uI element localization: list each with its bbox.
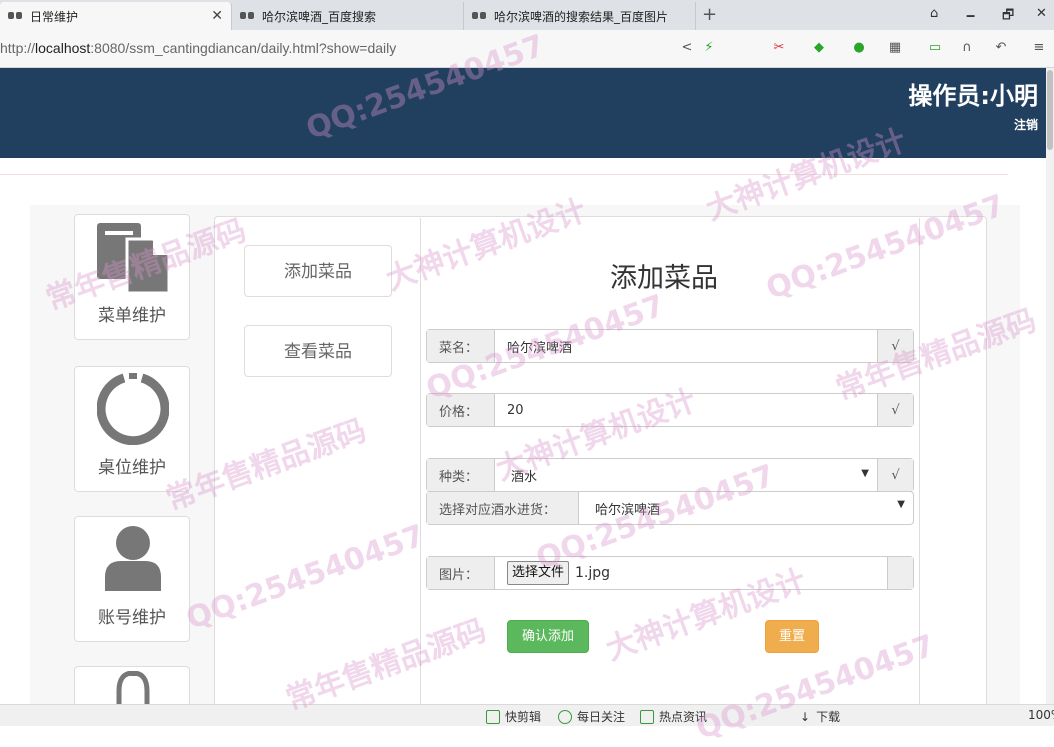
category-selected-value: 酒水 xyxy=(511,469,538,485)
news-icon xyxy=(640,709,654,724)
url-host: localhost xyxy=(35,40,91,56)
tab-title: 日常维护 xyxy=(30,9,79,24)
status-item-label: 每日关注 xyxy=(577,710,626,724)
price-group: 价格： 20 √ xyxy=(426,393,914,427)
drink-stock-group: 选择对应酒水进货： 哈尔滨啤酒 ▼ xyxy=(426,491,914,525)
page-scrollbar[interactable] xyxy=(1046,68,1054,704)
battery-icon[interactable]: ▭ xyxy=(926,39,944,57)
browser-tab-search[interactable]: 哈尔滨啤酒_百度搜索 xyxy=(232,2,464,30)
category-label: 种类： xyxy=(427,459,495,491)
chevron-down-icon: ▼ xyxy=(897,499,905,510)
sidebar-item-label: 菜单维护 xyxy=(98,306,166,326)
add-dish-button[interactable]: 添加菜品 xyxy=(244,245,392,297)
dish-name-group: 菜名： 哈尔滨啤酒 √ xyxy=(426,329,914,363)
restore-button[interactable]: 🗗 xyxy=(1002,6,1014,28)
browser-tab-daily[interactable]: 日常维护 ✕ xyxy=(0,2,232,30)
tab-favicon-icon xyxy=(472,11,488,21)
image-group: 图片： 选择文件 1.jpg xyxy=(426,556,914,590)
tab-favicon-icon xyxy=(240,11,256,21)
status-item-clip[interactable]: 快剪辑 xyxy=(486,708,541,725)
file-name: 1.jpg xyxy=(575,565,611,581)
extension-icon[interactable]: ● xyxy=(850,39,868,57)
status-item-label: 下载 xyxy=(816,710,841,724)
status-item-download[interactable]: ↓ 下载 xyxy=(800,708,840,725)
sidebar-item-accounts[interactable]: 账号维护 xyxy=(74,516,190,642)
category-group: 种类： 酒水 ▼ √ xyxy=(426,458,914,492)
submit-button[interactable]: 确认添加 xyxy=(507,620,589,653)
image-file-input[interactable]: 选择文件 1.jpg xyxy=(495,557,887,589)
zoom-level[interactable]: 100% xyxy=(1028,708,1054,722)
logout-link[interactable]: 注销 xyxy=(1014,116,1038,133)
power-ring-icon xyxy=(97,373,169,445)
headphones-icon[interactable]: ∩ xyxy=(958,39,976,57)
divider xyxy=(0,174,1008,175)
drink-stock-selected-value: 哈尔滨啤酒 xyxy=(595,502,661,518)
play-icon xyxy=(486,709,500,724)
status-item-label: 热点资讯 xyxy=(659,710,708,724)
operator-name: 操作员:小明 xyxy=(908,82,1038,110)
dish-name-check: √ xyxy=(877,330,913,362)
url-prefix: http:// xyxy=(0,40,36,56)
menu-icon[interactable]: ≡ xyxy=(1030,39,1048,57)
url-field[interactable]: http://localhost:8080/ssm_cantingdiancan… xyxy=(0,40,396,56)
minimize-button[interactable]: 🗕 xyxy=(966,6,975,28)
status-item-label: 快剪辑 xyxy=(505,710,542,724)
price-check: √ xyxy=(877,394,913,426)
tab-title: 哈尔滨啤酒_百度搜索 xyxy=(262,9,377,24)
form-title: 添加菜品 xyxy=(610,263,718,294)
close-window-button[interactable]: ✕ xyxy=(1036,6,1047,21)
drink-stock-select[interactable]: 哈尔滨啤酒 ▼ xyxy=(579,492,913,524)
price-input[interactable]: 20 xyxy=(495,394,877,426)
status-item-daily[interactable]: 每日关注 xyxy=(558,708,625,725)
sidebar-item-label: 桌位维护 xyxy=(98,458,166,478)
undo-icon[interactable]: ↶ xyxy=(992,39,1010,57)
share-icon[interactable]: < xyxy=(678,39,696,57)
choose-file-button[interactable]: 选择文件 xyxy=(507,561,570,585)
tab-title: 哈尔滨啤酒的搜索结果_百度图片 xyxy=(494,9,669,24)
status-item-news[interactable]: 热点资讯 xyxy=(640,708,707,725)
play-circle-icon xyxy=(558,709,572,724)
category-check: √ xyxy=(877,459,913,491)
browser-tab-strip: 日常维护 ✕ 哈尔滨啤酒_百度搜索 哈尔滨啤酒的搜索结果_百度图片 + ⌂ 🗕 … xyxy=(0,0,1054,30)
category-select[interactable]: 酒水 ▼ xyxy=(495,459,877,491)
sidebar-item-label: 账号维护 xyxy=(98,608,166,628)
apps-icon[interactable]: ▦ xyxy=(886,39,904,57)
view-dish-button[interactable]: 查看菜品 xyxy=(244,325,392,377)
tab-favicon-icon xyxy=(8,11,24,21)
scissors-icon[interactable]: ✂ xyxy=(770,39,788,57)
user-icon xyxy=(105,526,161,591)
sidebar-item-tables[interactable]: 桌位维护 xyxy=(74,366,190,492)
image-addon xyxy=(887,557,913,589)
address-bar: http://localhost:8080/ssm_cantingdiancan… xyxy=(0,30,1054,68)
document-copy-icon xyxy=(97,223,169,295)
new-tab-button[interactable]: + xyxy=(702,4,717,25)
url-path: :8080/ssm_cantingdiancan/daily.html?show… xyxy=(90,40,397,56)
sidebar-item-menu[interactable]: 菜单维护 xyxy=(74,214,190,340)
dish-name-label: 菜名： xyxy=(427,330,495,362)
drink-stock-label: 选择对应酒水进货： xyxy=(427,492,579,524)
chevron-down-icon: ▼ xyxy=(861,468,869,479)
price-label: 价格： xyxy=(427,394,495,426)
dish-name-input[interactable]: 哈尔滨啤酒 xyxy=(495,330,877,362)
scrollbar-thumb[interactable] xyxy=(1047,70,1053,150)
image-label: 图片： xyxy=(427,557,495,589)
status-bar: 快剪辑 每日关注 热点资讯 ↓ 下载 100% xyxy=(0,704,1054,726)
tab-close-icon[interactable]: ✕ xyxy=(211,8,223,24)
shield-icon[interactable]: ◆ xyxy=(810,39,828,57)
reset-button[interactable]: 重置 xyxy=(765,620,819,653)
lightning-icon[interactable]: ⚡ xyxy=(700,39,718,57)
app-header: 操作员:小明 注销 xyxy=(0,68,1046,158)
shirt-icon[interactable]: ⌂ xyxy=(930,6,938,21)
download-icon: ↓ xyxy=(800,709,811,724)
browser-tab-images[interactable]: 哈尔滨啤酒的搜索结果_百度图片 xyxy=(464,2,696,30)
